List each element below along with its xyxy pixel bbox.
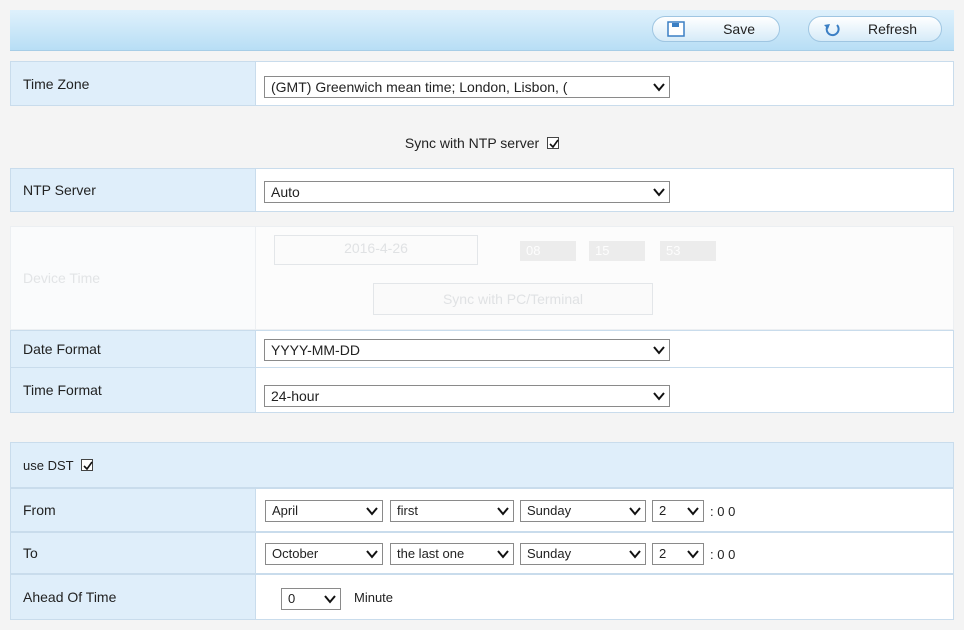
ahead-minutes-select[interactable]: 0 xyxy=(281,588,341,610)
chevron-down-icon xyxy=(495,503,511,519)
save-icon xyxy=(667,21,685,37)
dst-to-row: To October the last one Sunday 2 : 0 0 xyxy=(10,532,954,574)
chevron-down-icon xyxy=(495,546,511,562)
dst-line: use DST xyxy=(23,458,93,473)
chevron-down-icon xyxy=(364,546,380,562)
time-zone-label: Time Zone xyxy=(11,62,256,105)
refresh-icon xyxy=(823,21,841,37)
to-day-select[interactable]: Sunday xyxy=(520,543,646,565)
chevron-down-icon xyxy=(364,503,380,519)
device-minute-select: 15 xyxy=(589,241,645,261)
from-month-value: April xyxy=(272,503,299,518)
time-format-label: Time Format xyxy=(11,368,256,412)
chevron-down-icon xyxy=(322,591,338,607)
date-format-select[interactable]: YYYY-MM-DD xyxy=(264,339,670,361)
to-day-value: Sunday xyxy=(527,546,572,561)
to-month-select[interactable]: October xyxy=(265,543,383,565)
from-suffix: : 0 0 xyxy=(710,504,736,519)
time-zone-value: (GMT) Greenwich mean time; London, Lisbo… xyxy=(271,79,568,95)
to-month-value: October xyxy=(272,546,319,561)
device-time-label: Device Time xyxy=(11,227,256,329)
date-format-row: Date Format YYYY-MM-DD xyxy=(10,330,954,368)
time-format-value: 24-hour xyxy=(271,388,320,404)
dst-to-label: To xyxy=(11,533,256,573)
dst-label: use DST xyxy=(23,458,74,473)
chevron-down-icon xyxy=(627,546,643,562)
chevron-down-icon xyxy=(627,503,643,519)
time-format-row: Time Format 24-hour xyxy=(10,367,954,413)
to-hour-select[interactable]: 2 xyxy=(652,543,704,565)
ahead-of-time-label: Ahead Of Time xyxy=(11,575,256,619)
chevron-down-icon xyxy=(651,388,667,404)
from-month-select[interactable]: April xyxy=(265,500,383,522)
device-hour-select: 08 xyxy=(520,241,576,261)
refresh-label: Refresh xyxy=(867,21,917,37)
chevron-down-icon xyxy=(651,342,667,358)
from-day-value: Sunday xyxy=(527,503,572,518)
time-zone-row: Time Zone (GMT) Greenwich mean time; Lon… xyxy=(10,61,954,106)
chevron-down-icon xyxy=(651,184,667,200)
dst-checkbox[interactable] xyxy=(80,459,93,471)
from-week-value: first xyxy=(397,503,418,518)
save-button[interactable]: Save xyxy=(652,16,780,42)
ahead-minutes-value: 0 xyxy=(288,591,296,606)
device-second-select: 53 xyxy=(660,241,716,261)
from-day-select[interactable]: Sunday xyxy=(520,500,646,522)
dst-row: use DST xyxy=(10,442,954,488)
time-zone-select[interactable]: (GMT) Greenwich mean time; London, Lisbo… xyxy=(264,76,670,98)
from-week-select[interactable]: first xyxy=(390,500,514,522)
from-hour-value: 2 xyxy=(659,503,667,518)
device-time-row: Device Time 2016-4-26 08 15 53 Sync with… xyxy=(10,226,954,330)
chevron-down-icon xyxy=(651,79,667,95)
to-week-value: the last one xyxy=(397,546,465,561)
ntp-sync-label: Sync with NTP server xyxy=(404,135,540,151)
ntp-sync-line: Sync with NTP server xyxy=(0,135,964,151)
date-format-value: YYYY-MM-DD xyxy=(271,342,360,358)
ntp-server-value: Auto xyxy=(271,184,300,200)
ntp-server-row: NTP Server Auto xyxy=(10,168,954,212)
to-week-select[interactable]: the last one xyxy=(390,543,514,565)
save-label: Save xyxy=(723,21,755,37)
ntp-server-label: NTP Server xyxy=(11,169,256,211)
device-date-field: 2016-4-26 xyxy=(274,235,478,265)
ntp-sync-checkbox[interactable] xyxy=(547,137,560,149)
to-suffix: : 0 0 xyxy=(710,547,736,562)
dst-from-label: From xyxy=(11,489,256,531)
sync-pc-button: Sync with PC/Terminal xyxy=(373,283,653,315)
time-format-select[interactable]: 24-hour xyxy=(264,385,670,407)
from-hour-select[interactable]: 2 xyxy=(652,500,704,522)
ahead-unit-label: Minute xyxy=(354,590,394,605)
toolbar: Save Refresh xyxy=(10,10,954,51)
refresh-button[interactable]: Refresh xyxy=(808,16,942,42)
date-format-label: Date Format xyxy=(11,331,256,367)
ahead-of-time-row: Ahead Of Time 0 Minute xyxy=(10,574,954,620)
to-hour-value: 2 xyxy=(659,546,667,561)
chevron-down-icon xyxy=(685,503,701,519)
ntp-server-select[interactable]: Auto xyxy=(264,181,670,203)
chevron-down-icon xyxy=(685,546,701,562)
dst-from-row: From April first Sunday 2 : 0 0 xyxy=(10,488,954,532)
